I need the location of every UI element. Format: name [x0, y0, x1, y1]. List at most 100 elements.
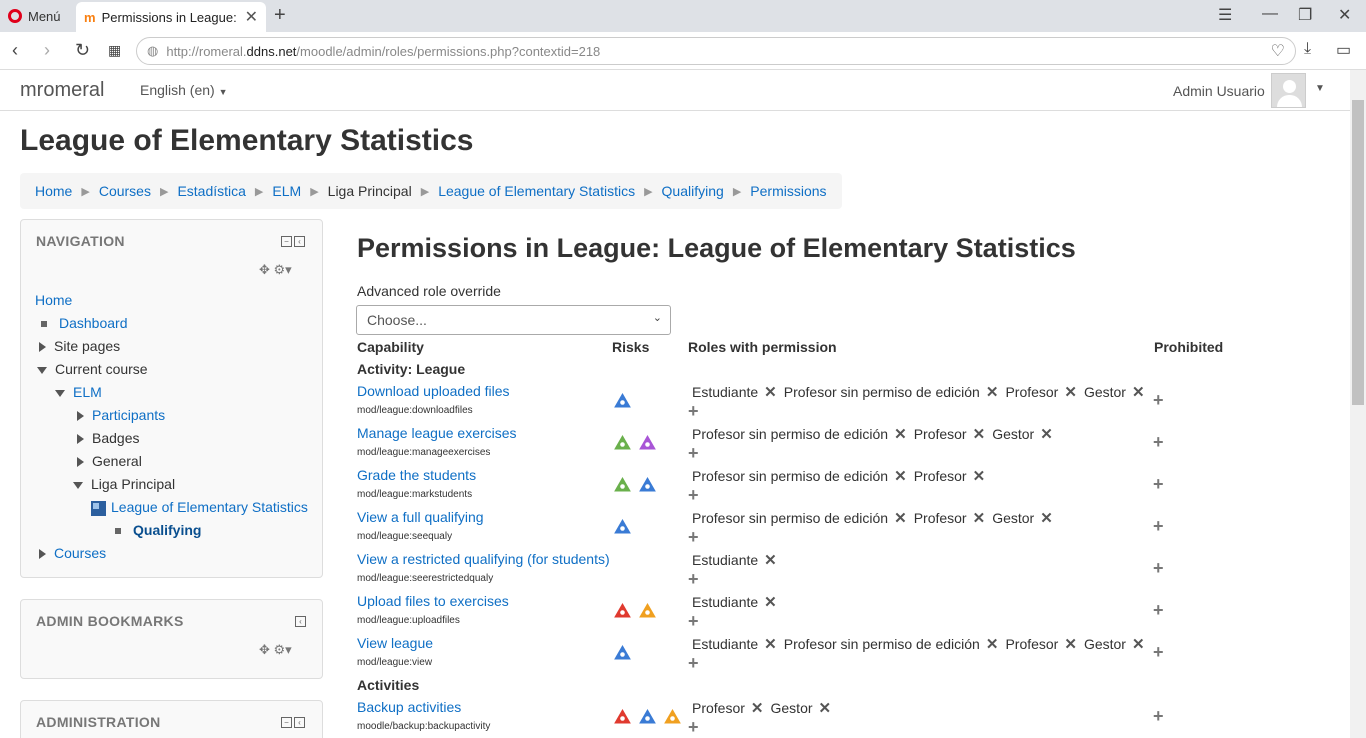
nav-courses[interactable]: Courses — [54, 545, 106, 561]
risk-green-icon[interactable] — [614, 435, 631, 450]
capability-link[interactable]: View a full qualifying — [357, 509, 484, 525]
nav-dashboard[interactable]: Dashboard — [59, 315, 128, 331]
expand-icon[interactable] — [77, 434, 84, 445]
remove-role-icon[interactable]: ✕ — [764, 552, 777, 569]
risk-purple-icon[interactable] — [639, 435, 656, 450]
risk-green-icon[interactable] — [614, 477, 631, 492]
nav-badges[interactable]: Badges — [92, 430, 139, 446]
nav-home[interactable]: Home — [35, 292, 72, 308]
window-close-icon[interactable]: ✕ — [1338, 5, 1351, 25]
add-role-icon[interactable]: + — [688, 486, 699, 504]
remove-role-icon[interactable]: ✕ — [986, 384, 999, 401]
remove-role-icon[interactable]: ✕ — [1132, 636, 1145, 653]
remove-role-icon[interactable]: ✕ — [894, 468, 907, 485]
breadcrumb-item[interactable]: Courses — [99, 183, 151, 199]
breadcrumb-item[interactable]: Permissions — [750, 183, 826, 199]
avatar[interactable] — [1271, 73, 1306, 108]
collapse-tree-icon[interactable] — [55, 389, 65, 397]
collapse-icon[interactable]: − — [281, 236, 292, 247]
add-role-icon[interactable]: + — [688, 612, 699, 630]
remove-role-icon[interactable]: ✕ — [973, 468, 986, 485]
dock-icon[interactable]: ‹ — [294, 236, 305, 247]
move-icon[interactable]: ✥ — [259, 642, 270, 657]
nav-participants[interactable]: Participants — [92, 407, 165, 423]
expand-icon[interactable] — [77, 457, 84, 468]
risk-red-icon[interactable] — [614, 709, 631, 724]
scrollbar-thumb[interactable] — [1352, 100, 1364, 405]
nav-liga-principal[interactable]: Liga Principal — [91, 476, 175, 492]
add-prohibit-icon[interactable]: + — [1153, 517, 1164, 535]
collapse-tree-icon[interactable] — [73, 481, 83, 489]
risk-blue-icon[interactable] — [639, 477, 656, 492]
add-prohibit-icon[interactable]: + — [1153, 707, 1164, 725]
capability-link[interactable]: Upload files to exercises — [357, 593, 509, 609]
remove-role-icon[interactable]: ✕ — [973, 510, 986, 527]
risk-blue-icon[interactable] — [614, 519, 631, 534]
nav-current-course[interactable]: Current course — [55, 361, 148, 377]
add-prohibit-icon[interactable]: + — [1153, 643, 1164, 661]
nav-general[interactable]: General — [92, 453, 142, 469]
remove-role-icon[interactable]: ✕ — [764, 384, 777, 401]
language-menu[interactable]: English (en) ▼ — [140, 82, 228, 98]
capability-link[interactable]: Grade the students — [357, 467, 476, 483]
capability-link[interactable]: View a restricted qualifying (for studen… — [357, 551, 610, 567]
page-scrollbar[interactable] — [1350, 70, 1366, 738]
user-menu-caret-icon[interactable]: ▼ — [1315, 83, 1325, 94]
collapse-tree-icon[interactable] — [37, 366, 47, 374]
remove-role-icon[interactable]: ✕ — [1040, 426, 1053, 443]
breadcrumb-item[interactable]: Qualifying — [662, 183, 724, 199]
tab-menu-icon[interactable]: ☰ — [1218, 5, 1232, 25]
risk-orange-icon[interactable] — [639, 603, 656, 618]
nav-elm[interactable]: ELM — [73, 384, 102, 400]
add-prohibit-icon[interactable]: + — [1153, 391, 1164, 409]
add-prohibit-icon[interactable]: + — [1153, 559, 1164, 577]
nav-league[interactable]: League of Elementary Statistics — [111, 499, 308, 515]
breadcrumb-item[interactable]: League of Elementary Statistics — [438, 183, 635, 199]
battery-icon[interactable]: ▭ — [1336, 40, 1351, 60]
url-field[interactable]: ◍ http://romeral.ddns.net/moodle/admin/r… — [136, 37, 1296, 65]
forward-icon[interactable]: › — [44, 40, 50, 61]
remove-role-icon[interactable]: ✕ — [1040, 510, 1053, 527]
nav-site-pages[interactable]: Site pages — [54, 338, 120, 354]
add-role-icon[interactable]: + — [688, 402, 699, 420]
risk-blue-icon[interactable] — [639, 709, 656, 724]
capability-link[interactable]: Backup activities — [357, 699, 461, 715]
bookmark-heart-icon[interactable]: ♡ — [1271, 41, 1285, 61]
restore-icon[interactable]: ❐ — [1298, 5, 1312, 25]
remove-role-icon[interactable]: ✕ — [894, 426, 907, 443]
add-role-icon[interactable]: + — [688, 528, 699, 546]
tab-close-icon[interactable]: ✕ — [245, 7, 258, 27]
add-role-icon[interactable]: + — [688, 444, 699, 462]
back-icon[interactable]: ‹ — [12, 40, 18, 61]
risk-blue-icon[interactable] — [614, 645, 631, 660]
speed-dial-icon[interactable]: ▦ — [108, 42, 121, 59]
risk-orange-icon[interactable] — [664, 709, 681, 724]
remove-role-icon[interactable]: ✕ — [1132, 384, 1145, 401]
add-role-icon[interactable]: + — [688, 718, 699, 736]
move-icon[interactable]: ✥ — [259, 262, 270, 277]
gear-icon[interactable]: ⚙▾ — [274, 642, 292, 657]
advanced-role-select[interactable]: Choose... ⌄ — [356, 305, 671, 335]
remove-role-icon[interactable]: ✕ — [973, 426, 986, 443]
add-role-icon[interactable]: + — [688, 570, 699, 588]
reload-icon[interactable]: ↻ — [75, 40, 90, 61]
risk-red-icon[interactable] — [614, 603, 631, 618]
remove-role-icon[interactable]: ✕ — [764, 594, 777, 611]
risk-blue-icon[interactable] — [614, 393, 631, 408]
remove-role-icon[interactable]: ✕ — [751, 700, 764, 717]
remove-role-icon[interactable]: ✕ — [1064, 636, 1077, 653]
expand-icon[interactable] — [77, 411, 84, 422]
opera-menu-button[interactable]: Menú — [8, 6, 61, 26]
remove-role-icon[interactable]: ✕ — [764, 636, 777, 653]
expand-icon[interactable] — [39, 549, 46, 560]
browser-tab[interactable]: m Permissions in League: Lea ✕ — [76, 2, 266, 32]
dock-icon[interactable]: ‹ — [294, 717, 305, 728]
download-icon[interactable]: ⤓ — [1304, 40, 1311, 58]
breadcrumb-item[interactable]: Estadística — [177, 183, 245, 199]
breadcrumb-item[interactable]: ELM — [272, 183, 301, 199]
new-tab-icon[interactable]: + — [274, 4, 286, 27]
capability-link[interactable]: Download uploaded files — [357, 383, 510, 399]
add-prohibit-icon[interactable]: + — [1153, 475, 1164, 493]
add-prohibit-icon[interactable]: + — [1153, 433, 1164, 451]
remove-role-icon[interactable]: ✕ — [819, 700, 832, 717]
